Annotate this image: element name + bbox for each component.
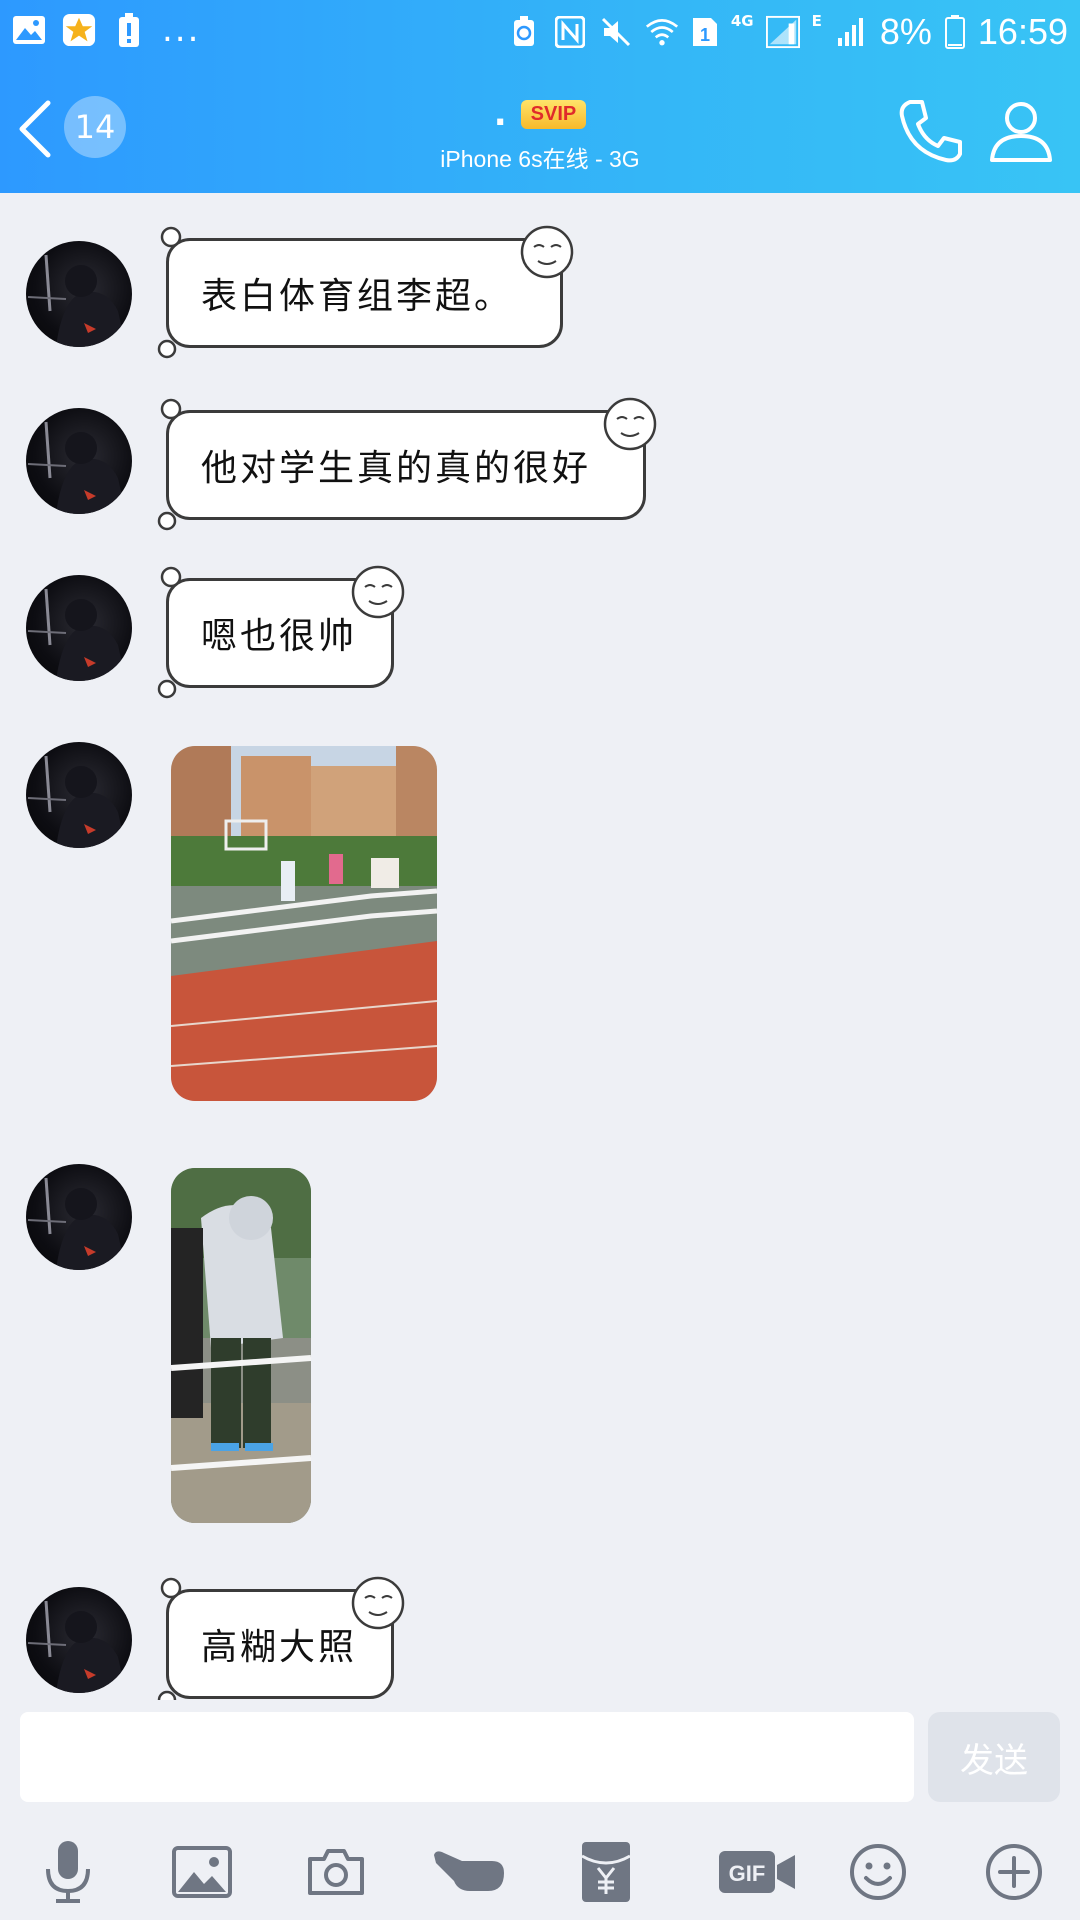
meme-face-icon	[351, 565, 405, 619]
emoji-button[interactable]	[838, 1832, 918, 1912]
sender-avatar[interactable]	[26, 241, 132, 347]
nfc-icon	[553, 15, 587, 49]
photo-person-hoodie	[171, 1168, 311, 1523]
phone-icon	[899, 100, 962, 163]
input-toolbar: GIF	[0, 1832, 1080, 1912]
battery-percent: 8%	[879, 11, 932, 52]
battery-icon	[944, 15, 966, 49]
chevron-left-icon	[19, 100, 51, 158]
voice-call-button[interactable]	[896, 96, 966, 166]
photo-sports-field	[171, 746, 437, 1101]
sender-avatar[interactable]	[26, 1587, 132, 1693]
svip-badge: SVIP	[520, 99, 587, 129]
unread-count-badge[interactable]: 14	[64, 96, 126, 158]
network-type-e: E	[811, 12, 822, 30]
red-packet-icon	[581, 1842, 631, 1902]
image-message[interactable]	[171, 1168, 311, 1523]
bubble-decoration	[157, 226, 182, 359]
gif-icon: GIF	[719, 1851, 795, 1893]
text-bubble[interactable]: 高糊大照	[157, 1576, 405, 1710]
sender-avatar[interactable]	[26, 575, 132, 681]
signal-strength-icon-1	[765, 15, 800, 49]
more-actions-button[interactable]	[974, 1832, 1054, 1912]
chat-title[interactable]: . SVIP iPhone 6s在线 - 3G	[300, 92, 780, 174]
plus-icon	[986, 1844, 1042, 1900]
text-bubble[interactable]: 嗯也很帅	[157, 565, 405, 699]
message-input[interactable]	[20, 1712, 914, 1802]
image-icon	[172, 1846, 232, 1898]
wifi-icon	[645, 15, 679, 49]
sender-avatar[interactable]	[26, 408, 132, 514]
system-indicators: 1 4G E 8% 16:59	[507, 6, 1068, 58]
network-type-4g: 4G	[730, 12, 754, 30]
sim-slot-icon: 1	[691, 15, 719, 49]
chat-header: ... 1 4G E 8% 16:59 14 . SVIP iPhone 6s在…	[0, 0, 1080, 193]
emoji-icon	[850, 1844, 906, 1900]
contact-profile-button[interactable]	[986, 96, 1056, 166]
image-message[interactable]	[171, 746, 437, 1101]
camera-button[interactable]	[296, 1832, 376, 1912]
contact-name: .	[493, 94, 507, 134]
message-text: 表白体育组李超。	[201, 276, 514, 317]
more-notifications: ...	[162, 10, 201, 50]
message-text: 高糊大照	[201, 1627, 358, 1668]
app-star-notification-icon	[62, 13, 96, 47]
battery-alert-icon	[112, 13, 146, 47]
poke-button[interactable]	[430, 1832, 510, 1912]
text-bubble[interactable]: 他对学生真的真的很好	[157, 397, 657, 531]
poke-hand-icon	[434, 1851, 504, 1891]
bubble-decoration	[157, 566, 182, 699]
text-bubble[interactable]: 表白体育组李超。	[157, 225, 574, 359]
bubble-decoration	[157, 398, 182, 531]
sender-avatar[interactable]	[26, 1164, 132, 1270]
svg-text:GIF: GIF	[729, 1861, 766, 1886]
signal-strength-icon-2	[834, 15, 868, 49]
voice-button[interactable]	[28, 1832, 108, 1912]
camera-icon	[308, 1849, 364, 1895]
message-text: 嗯也很帅	[201, 616, 358, 657]
notification-icons: ...	[12, 10, 200, 50]
meme-face-icon	[520, 225, 574, 279]
meme-face-icon	[351, 1576, 405, 1630]
microphone-icon	[46, 1841, 90, 1903]
red-packet-button[interactable]	[566, 1832, 646, 1912]
bubble-decoration	[157, 1577, 182, 1710]
back-button[interactable]	[16, 94, 56, 164]
clock: 16:59	[977, 11, 1068, 52]
online-status: iPhone 6s在线 - 3G	[440, 146, 640, 172]
photo-album-button[interactable]	[162, 1832, 242, 1912]
composer-bar: 发送 GIF	[0, 1700, 1080, 1920]
meme-face-icon	[603, 397, 657, 451]
svg-text:1: 1	[700, 25, 710, 45]
gif-button[interactable]: GIF	[702, 1832, 812, 1912]
send-button[interactable]: 发送	[928, 1712, 1060, 1802]
mute-icon	[599, 15, 633, 49]
user-icon	[990, 102, 1052, 162]
status-bar: ... 1 4G E 8% 16:59	[0, 0, 1080, 64]
recycle-icon	[507, 15, 541, 49]
message-text: 他对学生真的真的很好	[201, 448, 592, 489]
gallery-notification-icon	[12, 13, 46, 47]
sender-avatar[interactable]	[26, 742, 132, 848]
